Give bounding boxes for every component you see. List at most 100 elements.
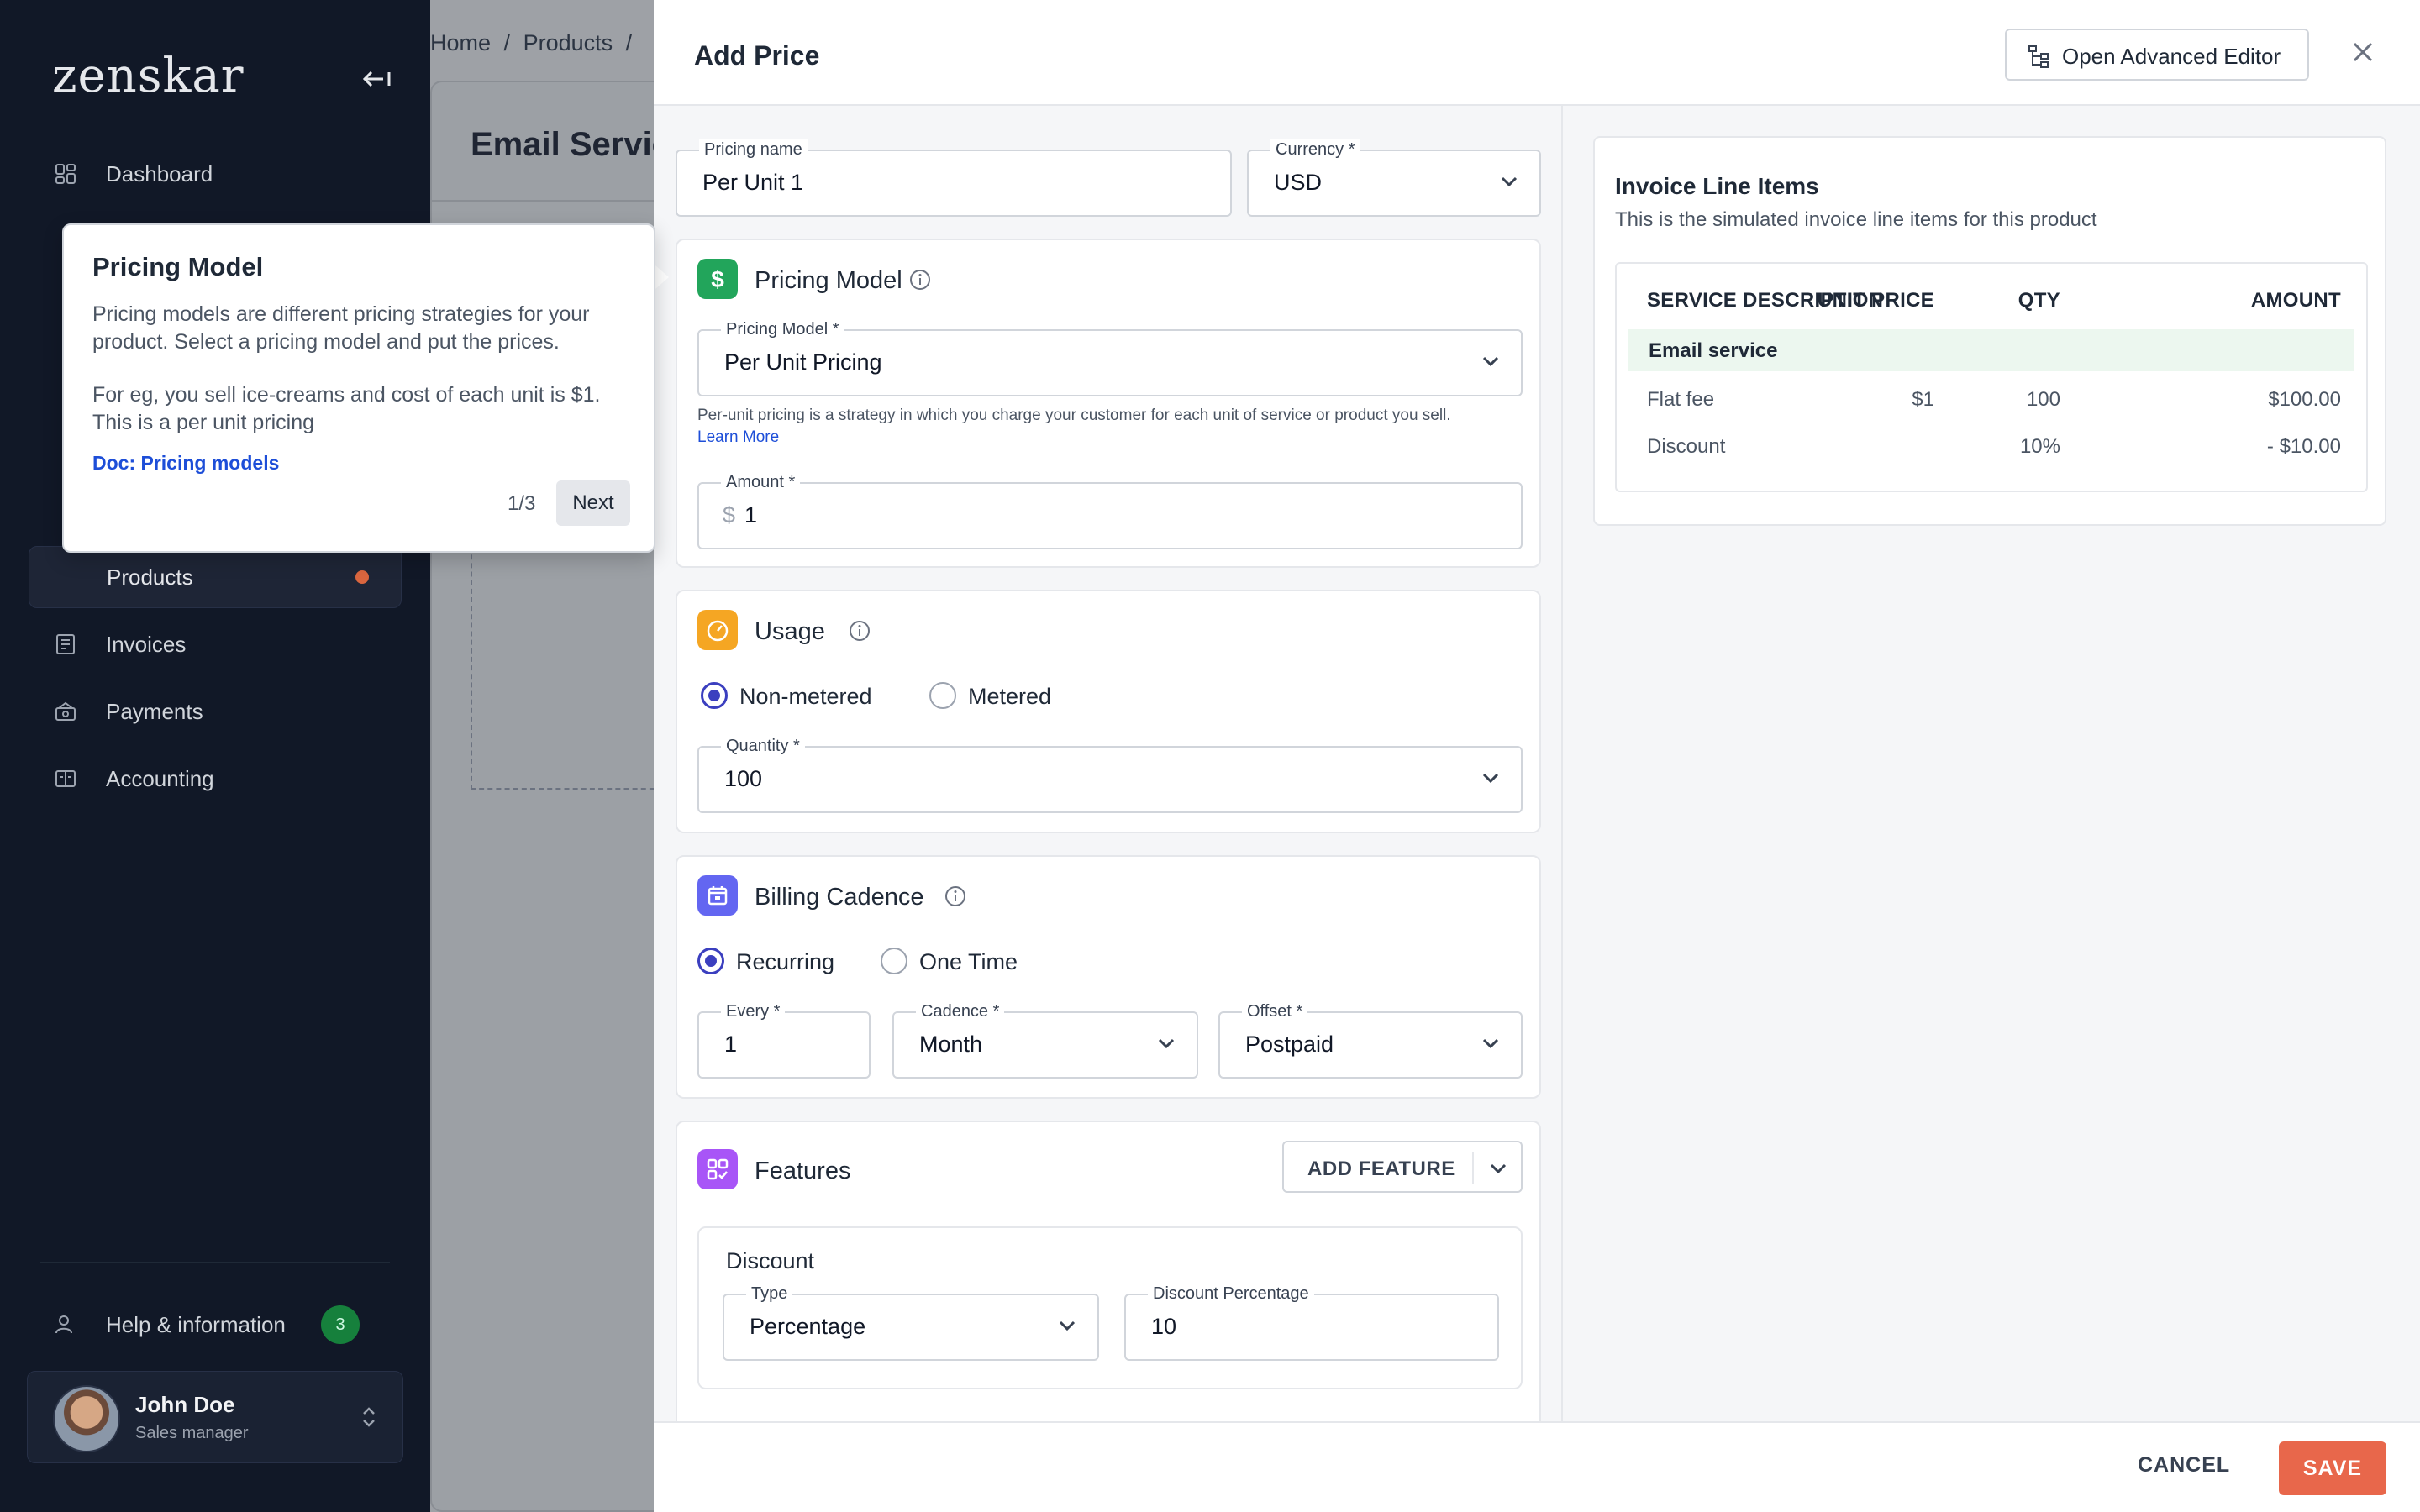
sidebar-item-help[interactable]: Help & information 3: [29, 1294, 402, 1356]
table-cell: Flat fee: [1647, 388, 1715, 411]
chevron-down-icon: [1158, 1038, 1175, 1049]
offset-select[interactable]: Offset * Postpaid: [1218, 1001, 1523, 1079]
sidebar-item-accounting[interactable]: Accounting: [29, 748, 402, 810]
discount-percentage-field[interactable]: Discount Percentage 10: [1124, 1284, 1499, 1361]
features-section: Features ADD FEATURE Discount Type Perce…: [676, 1121, 1541, 1440]
table-cell: - $10.00: [2266, 435, 2341, 458]
discount-type-select[interactable]: Type Percentage: [723, 1284, 1099, 1361]
breadcrumb-separator: /: [503, 30, 511, 55]
help-icon: [55, 1315, 72, 1334]
drawer-footer: CANCEL SAVE: [654, 1421, 2420, 1512]
tooltip-arrow: [655, 265, 669, 289]
field-label: Amount *: [721, 472, 801, 492]
section-title: Usage: [755, 618, 825, 645]
info-icon[interactable]: [944, 885, 966, 907]
non-metered-radio[interactable]: [701, 682, 728, 709]
tooltip-paragraph: Pricing models are different pricing str…: [92, 302, 590, 354]
recurring-label[interactable]: Recurring: [736, 949, 834, 975]
metered-radio[interactable]: [929, 682, 956, 709]
recurring-radio[interactable]: [697, 948, 724, 974]
usage-section: Usage Non-metered Metered Quantity * 100: [676, 590, 1541, 833]
field-label: Currency *: [1270, 139, 1360, 160]
help-text: Per-unit pricing is a strategy in which …: [697, 407, 1451, 424]
sidebar-item-label: Help & information: [106, 1311, 286, 1337]
column-header: QTY: [2018, 289, 2060, 312]
collapse-sidebar-icon: [362, 71, 391, 87]
sidebar-item-label: Accounting: [106, 765, 214, 791]
metered-label[interactable]: Metered: [968, 684, 1051, 710]
amount-prefix: $: [723, 502, 736, 528]
one-time-radio[interactable]: [881, 948, 908, 974]
pricing-model-section: $ Pricing Model Pricing Model * Per Unit…: [676, 239, 1541, 568]
sidebar-item-dashboard[interactable]: Dashboard: [29, 143, 402, 205]
breadcrumb-separator: /: [625, 30, 633, 55]
save-button[interactable]: SAVE: [2279, 1441, 2386, 1495]
sidebar-item-invoices[interactable]: Invoices: [29, 613, 402, 675]
sidebar-item-label: Products: [107, 564, 193, 590]
open-advanced-editor-button[interactable]: Open Advanced Editor: [2005, 29, 2309, 81]
pricing-model-help: Per-unit pricing is a strategy in which …: [697, 405, 1529, 449]
field-label: Pricing name: [699, 139, 808, 160]
discount-percentage-value: 10: [1151, 1314, 1177, 1339]
breadcrumb: Home / Products /: [430, 30, 639, 56]
add-feature-label: ADD FEATURE: [1307, 1158, 1455, 1180]
table-cell: $1: [1912, 388, 1934, 411]
invoice-group-row: Email service: [1628, 329, 2354, 371]
one-time-label[interactable]: One Time: [919, 949, 1018, 975]
next-button[interactable]: Next: [556, 480, 630, 526]
features-icon: [697, 1149, 738, 1189]
collapse-sidebar-button[interactable]: [361, 66, 395, 92]
invoice-title: Invoice Line Items: [1615, 173, 1819, 199]
drawer-header: Add Price Open Advanced Editor: [654, 0, 2420, 106]
info-icon[interactable]: [849, 620, 871, 642]
column-header: UNIT PRICE: [1817, 289, 1934, 312]
quantity-value: 100: [724, 766, 763, 791]
close-icon[interactable]: [2349, 39, 2376, 66]
chevron-down-icon: [1059, 1320, 1076, 1331]
sidebar-item-label: Invoices: [106, 631, 187, 657]
currency-select[interactable]: Currency * USD: [1247, 139, 1541, 217]
cancel-button[interactable]: CANCEL: [2138, 1453, 2230, 1478]
field-label: Cadence *: [916, 1001, 1005, 1021]
invoice-table: SERVICE DESCRIPTION UNIT PRICE QTY AMOUN…: [1615, 262, 2368, 492]
tooltip-paragraph: For eg, you sell ice-creams and cost of …: [92, 383, 601, 434]
field-label: Type: [746, 1284, 793, 1304]
sidebar-item-payments[interactable]: Payments: [29, 680, 402, 743]
form-pane: Pricing name Per Unit 1 Currency * USD $…: [654, 106, 1563, 1440]
learn-more-link[interactable]: Learn More: [697, 428, 779, 446]
logo: zenskar: [52, 49, 245, 103]
pricing-model-select[interactable]: Pricing Model * Per Unit Pricing: [697, 319, 1523, 396]
amount-field[interactable]: Amount * $ 1: [697, 472, 1523, 549]
add-feature-button[interactable]: ADD FEATURE: [1282, 1141, 1523, 1193]
invoice-line-items-card: Invoice Line Items This is the simulated…: [1593, 136, 2386, 526]
dollar-icon: $: [697, 259, 738, 299]
every-value: 1: [724, 1032, 738, 1057]
pricing-model-tour-tooltip: Pricing Model Pricing models are differe…: [62, 223, 655, 553]
pricing-model-value: Per Unit Pricing: [724, 349, 882, 375]
billing-cadence-section: Billing Cadence Recurring One Time Every…: [676, 855, 1541, 1099]
sidebar-item-label: Payments: [106, 698, 203, 724]
calendar-icon: [697, 875, 738, 916]
offset-value: Postpaid: [1245, 1032, 1334, 1057]
chevron-down-icon: [1482, 356, 1499, 367]
table-cell: 100: [2026, 388, 2060, 411]
doc-pricing-models-link[interactable]: Doc: Pricing models: [92, 452, 279, 475]
user-menu[interactable]: John Doe Sales manager: [27, 1371, 403, 1463]
amount-value: 1: [744, 502, 758, 528]
cadence-select[interactable]: Cadence * Month: [892, 1001, 1198, 1079]
info-icon[interactable]: [909, 269, 931, 291]
chevron-down-icon[interactable]: [1489, 1163, 1507, 1174]
every-field[interactable]: Every * 1: [697, 1001, 871, 1079]
non-metered-label[interactable]: Non-metered: [739, 684, 872, 710]
sidebar-item-products[interactable]: Products: [29, 546, 402, 608]
quantity-select[interactable]: Quantity * 100: [697, 736, 1523, 813]
accounting-icon: [55, 770, 76, 787]
breadcrumb-products[interactable]: Products: [523, 30, 613, 55]
section-title: Billing Cadence: [755, 884, 924, 911]
field-label: Discount Percentage: [1148, 1284, 1314, 1304]
pricing-name-field[interactable]: Pricing name Per Unit 1: [676, 139, 1232, 217]
breadcrumb-home[interactable]: Home: [430, 30, 491, 55]
invoice-subtitle: This is the simulated invoice line items…: [1615, 208, 2097, 231]
field-label: Every *: [721, 1001, 786, 1021]
help-count-badge: 3: [321, 1305, 360, 1344]
